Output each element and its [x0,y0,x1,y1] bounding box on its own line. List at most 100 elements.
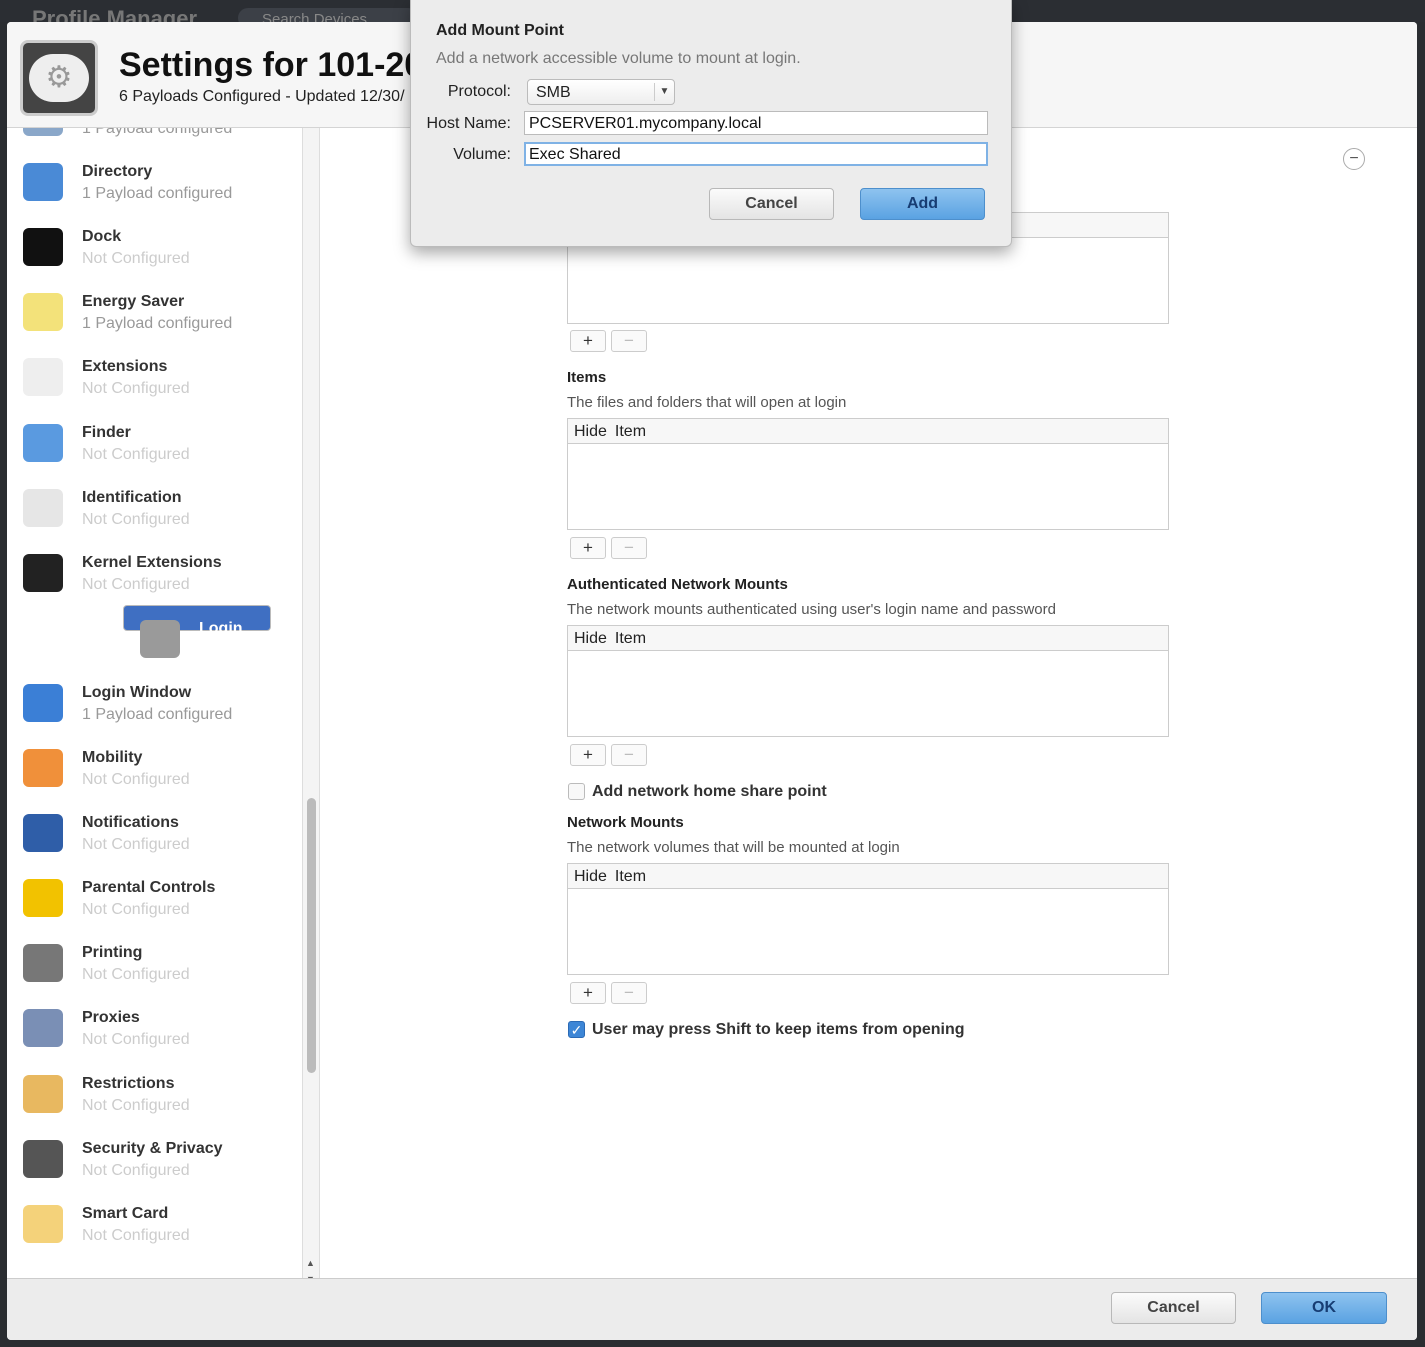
home-share-checkbox[interactable] [568,783,585,800]
sidebar-item-network[interactable]: 1 Payload configured [7,128,302,149]
column-hide[interactable]: Hide [574,630,607,647]
cancel-button[interactable]: Cancel [1111,1292,1236,1324]
shift-checkbox[interactable]: ✓ [568,1021,585,1038]
remove-item-button[interactable]: − [611,537,647,559]
sidebar-item-status: Not Configured [82,510,190,528]
payload-sidebar: 1 Payload configured Directory 1 Payload c… [7,128,302,1278]
column-hide[interactable]: Hide [574,423,607,440]
sidebar-item-status: 1 Payload configured [82,185,233,203]
add-button[interactable]: + [570,330,606,352]
extensions-icon [23,358,63,397]
sidebar-item-label: Extensions [82,358,168,376]
network-mounts-description: The network volumes that will be mounted… [567,839,900,856]
sidebar-item-label: Notifications [82,814,179,832]
dialog-cancel-button[interactable]: Cancel [709,188,834,220]
sidebar-item-status: Not Configured [82,380,190,398]
lock-icon [23,1074,63,1113]
sidebar-item-status: 1 Payload configured [82,128,233,137]
auth-mounts-heading: Authenticated Network Mounts [567,576,788,593]
network-mounts-table[interactable]: Hide Item [567,863,1169,975]
sidebar-item-identification[interactable]: Identification Not Configured [7,475,302,540]
sidebar-item-dock[interactable]: Dock Not Configured [7,214,302,279]
column-item[interactable]: Item [615,423,646,440]
sidebar-item-status: Not Configured [82,575,190,593]
sidebar-item-label: Printing [82,944,143,962]
sidebar-item-label: Login Window [82,683,192,701]
sidebar-scrollbar[interactable]: ▲ ▼ [302,128,320,1284]
sidebar-item-printing[interactable]: Printing Not Configured [7,930,302,995]
sidebar-item-parental-controls[interactable]: Parental Controls Not Configured [7,865,302,930]
sidebar-item-notifications[interactable]: Notifications Not Configured [7,800,302,865]
scroll-up-arrow-icon[interactable]: ▲ [306,1258,315,1268]
scrollbar-thumb[interactable] [307,798,316,1073]
column-item[interactable]: Item [615,630,646,647]
sidebar-item-status: Not Configured [82,445,190,463]
lightbulb-icon [23,293,63,332]
checkmark-icon: ✓ [570,1022,583,1038]
directory-compass-icon [23,163,63,202]
items-description: The files and folders that will open at … [567,394,847,411]
window-footer: Cancel OK [7,1278,1417,1340]
network-icon [23,128,63,136]
sidebar-item-label: Finder [82,423,131,441]
ok-button[interactable]: OK [1261,1292,1387,1324]
add-item-button[interactable]: + [570,537,606,559]
mobility-icon [23,749,63,787]
sidebar-item-label: Dock [82,228,122,246]
volume-label: Volume: [453,146,511,163]
sidebar-item-finder[interactable]: Finder Not Configured [7,410,302,475]
camera-security-icon [23,1139,63,1178]
printer-icon [23,944,63,983]
sidebar-item-restrictions[interactable]: Restrictions Not Configured [7,1061,302,1126]
settings-cloud-gear-icon: ⚙ [20,40,98,116]
globe-icon [23,1009,63,1048]
column-item[interactable]: Item [615,868,646,885]
sidebar-item-label: Restrictions [82,1074,175,1092]
sidebar-item-energy-saver[interactable]: Energy Saver 1 Payload configured [7,279,302,344]
add-network-mount-button[interactable]: + [570,982,606,1004]
login-items-panel: − + − Items The files and folders that wi… [320,128,1417,1278]
add-mount-point-dialog: Add Mount Point Add a network accessible… [410,0,1012,247]
dialog-add-button[interactable]: Add [860,188,985,220]
host-name-field[interactable]: PCSERVER01.mycompany.local [524,111,988,135]
add-auth-mount-button[interactable]: + [570,744,606,766]
sidebar-item-extensions[interactable]: Extensions Not Configured [7,344,302,409]
sidebar-item-label: Smart Card [82,1204,169,1222]
sidebar-item-directory[interactable]: Directory 1 Payload configured [7,149,302,214]
dialog-title: Add Mount Point [436,22,564,39]
host-name-label: Host Name: [426,115,511,132]
sidebar-item-status: Not Configured [82,1031,190,1049]
sidebar-item-kernel-extensions[interactable]: Kernel Extensions Not Configured [7,540,302,605]
items-table[interactable]: Hide Item [567,418,1169,530]
sidebar-item-status: Not Configured [82,771,190,788]
protocol-select[interactable]: SMB ▼ [527,79,675,105]
sidebar-item-label: Directory [82,163,153,181]
page-title: Settings for 101-20 [119,46,424,84]
sidebar-item-status: Not Configured [82,1226,190,1244]
search-field[interactable]: Search Devices [238,8,418,22]
protocol-value: SMB [536,84,571,101]
sidebar-item-mobility[interactable]: Mobility Not Configured [7,735,302,800]
sidebar-item-label: Parental Controls [82,879,216,897]
sidebar-item-status: Not Configured [82,836,190,854]
auth-mounts-table[interactable]: Hide Item [567,625,1169,737]
sidebar-item-status: 1 Payload configured [82,705,233,723]
sidebar-item-smart-card[interactable]: Smart Card Not Configured [7,1191,302,1256]
volume-field[interactable]: Exec Shared [524,142,988,166]
remove-payload-icon[interactable]: − [1343,148,1365,170]
remove-auth-mount-button[interactable]: − [611,744,647,766]
home-share-label[interactable]: Add network home share point [592,783,827,801]
sidebar-item-label: Mobility [82,749,143,766]
sidebar-item-login-window[interactable]: Login Window 1 Payload configured [7,670,302,735]
remove-button[interactable]: − [611,330,647,352]
remove-network-mount-button[interactable]: − [611,982,647,1004]
column-hide[interactable]: Hide [574,868,607,885]
finder-icon [23,423,63,462]
items-heading: Items [567,369,607,386]
sidebar-item-security-privacy[interactable]: Security & Privacy Not Configured [7,1126,302,1191]
sidebar-item-proxies[interactable]: Proxies Not Configured [7,995,302,1060]
shift-label[interactable]: User may press Shift to keep items from … [592,1021,965,1039]
sidebar-item-login-items[interactable]: Login Items 1 Payload configured [123,604,274,677]
login-items-house-icon [140,619,180,658]
sidebar-item-status: Not Configured [82,901,190,919]
